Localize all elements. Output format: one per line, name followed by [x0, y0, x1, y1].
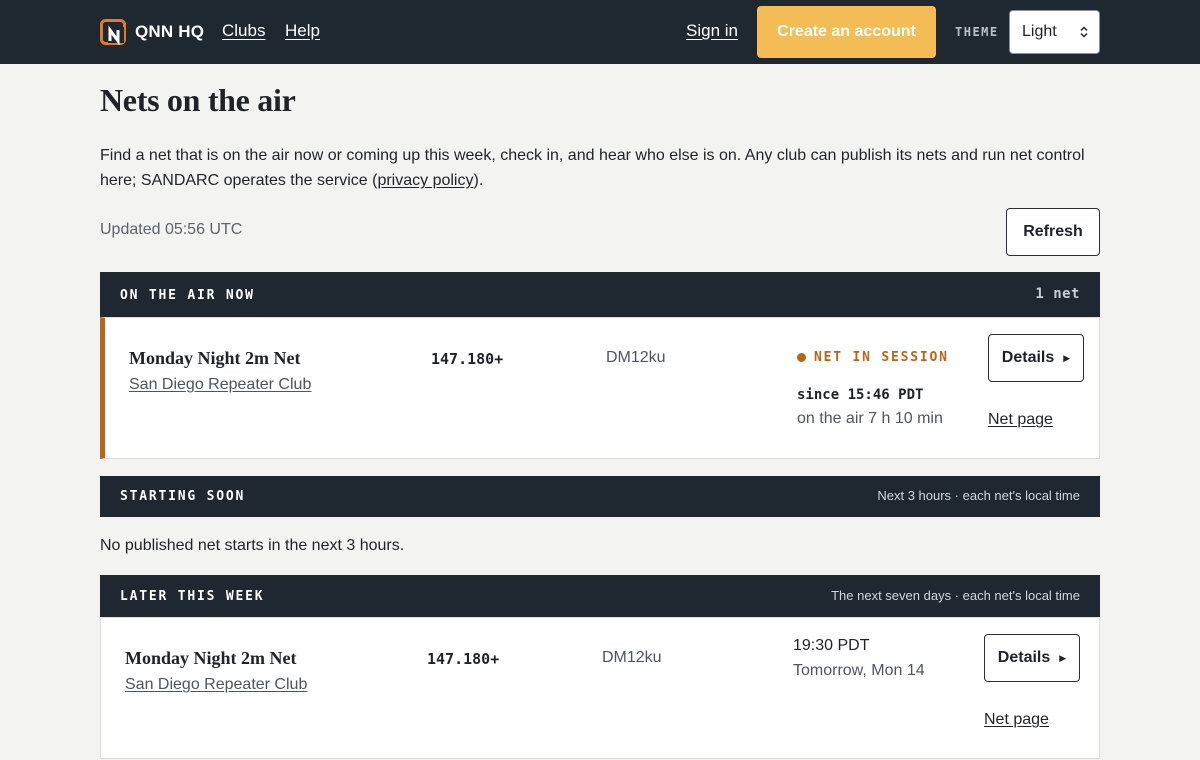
section-meta: The next seven days · each net's local t… — [831, 588, 1080, 603]
section-title: STARTING SOON — [120, 489, 246, 504]
theme-label: THEME — [955, 25, 999, 39]
brand-name: QNN HQ — [135, 22, 205, 41]
nav-clubs-link[interactable]: Clubs — [222, 21, 265, 41]
sign-in-link[interactable]: Sign in — [686, 21, 738, 41]
on-air-count: 1 net — [1035, 286, 1080, 302]
triangle-right-icon: ▶ — [1059, 652, 1067, 663]
triangle-right-icon: ▶ — [1063, 352, 1071, 363]
refresh-button[interactable]: Refresh — [1006, 208, 1100, 256]
section-title: LATER THIS WEEK — [120, 589, 265, 604]
theme-select-value: Light — [1022, 23, 1057, 40]
net-grid-square: DM12ku — [602, 649, 662, 666]
net-card-upcoming: Monday Night 2m Net San Diego Repeater C… — [100, 617, 1100, 759]
qnn-logo-icon — [100, 19, 126, 45]
top-nav-bar: QNN HQ Clubs Help Sign in Create an acco… — [0, 0, 1200, 64]
live-dot-icon — [797, 353, 806, 362]
net-page-link[interactable]: Net page — [984, 711, 1049, 729]
brand-home-link[interactable]: QNN HQ — [100, 19, 204, 45]
updated-timestamp: Updated 05:56 UTC — [100, 221, 243, 238]
club-link[interactable]: San Diego Repeater Club — [129, 376, 311, 394]
status-text: NET IN SESSION — [814, 350, 949, 365]
net-start-day: Tomorrow, Mon 14 — [793, 662, 925, 679]
details-label: Details — [1001, 349, 1055, 366]
intro-text-start: Find a net that is on the air now or com… — [100, 147, 1085, 189]
intro-text: Find a net that is on the air now or com… — [100, 143, 1100, 193]
section-title: ON THE AIR NOW — [120, 288, 255, 303]
page-title: Nets on the air — [100, 82, 296, 118]
net-start-time: 19:30 PDT — [793, 637, 870, 654]
privacy-policy-link[interactable]: privacy policy — [377, 172, 473, 189]
net-frequency: 147.180+ — [427, 650, 500, 668]
nav-help-link[interactable]: Help — [285, 21, 320, 41]
create-account-button[interactable]: Create an account — [757, 6, 936, 58]
net-page-link[interactable]: Net page — [988, 411, 1053, 429]
session-start-time: since 15:46 PDT — [797, 387, 924, 403]
intro-text-end: ). — [473, 172, 484, 189]
net-grid-square: DM12ku — [606, 349, 666, 366]
later-section-header: LATER THIS WEEK The next seven days · ea… — [100, 575, 1100, 617]
chevron-updown-icon — [1080, 26, 1088, 38]
details-label: Details — [997, 649, 1051, 666]
starting-soon-section-header: STARTING SOON Next 3 hours · each net's … — [100, 476, 1100, 517]
session-duration: on the air 7 h 10 min — [797, 410, 943, 427]
on-air-section-header: ON THE AIR NOW 1 net — [100, 272, 1100, 317]
details-button[interactable]: Details ▶ — [984, 634, 1080, 682]
empty-state-message: No published net starts in the next 3 ho… — [100, 537, 405, 554]
net-frequency: 147.180+ — [431, 350, 504, 368]
details-button[interactable]: Details ▶ — [988, 334, 1084, 382]
status-badge: NET IN SESSION — [797, 350, 949, 365]
net-card-live: Monday Night 2m Net San Diego Repeater C… — [100, 317, 1100, 459]
net-name: Monday Night 2m Net — [125, 648, 297, 668]
club-link[interactable]: San Diego Repeater Club — [125, 676, 307, 694]
section-meta: Next 3 hours · each net's local time — [877, 488, 1080, 503]
theme-select[interactable]: Light — [1009, 10, 1100, 54]
net-name: Monday Night 2m Net — [129, 348, 301, 368]
